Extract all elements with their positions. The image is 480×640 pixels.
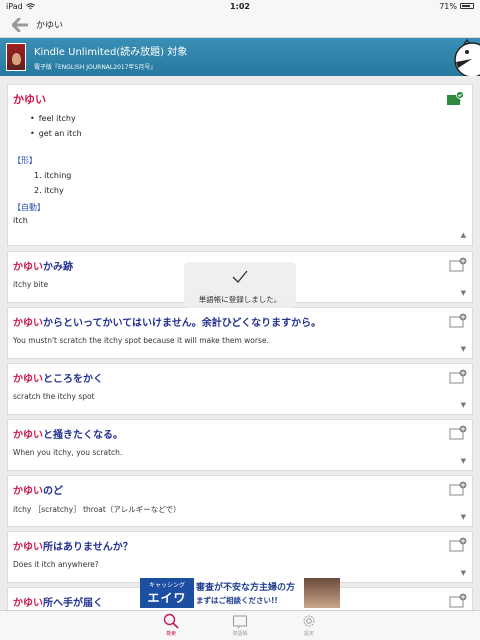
result-phrase: かゆいからといってかいてはいけません。余計ひどくなりますから。 <box>13 314 321 329</box>
battery-icon <box>460 3 474 9</box>
adjective-item: 1. itching <box>34 171 72 180</box>
tab-settings[interactable]: 設定 <box>284 613 334 637</box>
result-translation: itchy ［scratchy］ throat（アレルギーなどで） <box>13 505 181 514</box>
result-phrase-rest: ところをかく <box>43 374 103 385</box>
result-phrase: かゆい所はありませんか？ <box>13 538 133 553</box>
result-row[interactable]: かゆいからといってかいてはいけません。余計ひどくなりますから。 You must… <box>7 307 473 359</box>
result-keyword: かゆい <box>13 318 43 329</box>
collapse-arrow-icon[interactable]: ▲ <box>461 231 466 239</box>
banner-subtitle: 電子版『ENGLISH JOURNAL2017年5月号』 <box>34 64 157 71</box>
ad-logo-big: エイワ <box>147 591 187 605</box>
result-phrase-rest: 所へ手が届く <box>43 598 103 609</box>
ad-line-2: まずはご相談ください!! <box>196 596 278 605</box>
result-keyword: かゆい <box>13 374 43 385</box>
result-translation: When you itchy, you scratch. <box>13 448 123 457</box>
result-phrase: かゆいところをかく <box>13 370 103 385</box>
search-icon <box>163 613 179 629</box>
ad-logo: キャッシング エイワ <box>140 578 194 608</box>
wordbook-icon <box>233 615 247 629</box>
verb-label: 【自動】 <box>13 203 45 212</box>
result-keyword: かゆい <box>13 430 43 441</box>
search-query[interactable]: かゆい <box>36 18 63 31</box>
result-row[interactable]: かゆいのど itchy ［scratchy］ throat（アレルギーなどで） … <box>7 475 473 527</box>
result-phrase: かゆいかみ跡 <box>13 258 73 273</box>
result-row[interactable]: かゆいところをかく scratch the itchy spot ▼ <box>7 363 473 415</box>
expand-arrow-icon[interactable]: ▼ <box>461 569 466 577</box>
entry-card: かゆい feel itchy get an itch 【形】 1. itchin… <box>7 84 473 246</box>
banner-text: Kindle Unlimited(読み放題) 対象 電子版『ENGLISH JO… <box>34 43 187 71</box>
result-translation: scratch the itchy spot <box>13 392 95 401</box>
add-to-wordbook-icon[interactable] <box>449 425 467 441</box>
ad-photo <box>304 578 340 608</box>
back-arrow-icon[interactable] <box>10 15 30 35</box>
advertisement-banner[interactable]: キャッシング エイワ 審査が不安な方主婦の方 まずはご相談ください!! <box>140 578 340 608</box>
tab-label: 単語帳 <box>232 631 248 637</box>
result-phrase-rest: 所はありませんか？ <box>43 542 133 553</box>
search-bar: かゆい <box>0 12 480 38</box>
expand-arrow-icon[interactable]: ▼ <box>461 513 466 521</box>
tab-label: 設定 <box>303 631 314 637</box>
adjective-label: 【形】 <box>13 156 37 165</box>
status-bar: iPad 1:02 71% <box>0 0 480 12</box>
result-phrase-rest: と掻きたくなる。 <box>43 430 123 441</box>
result-keyword: かゆい <box>13 542 43 553</box>
expand-arrow-icon[interactable]: ▼ <box>461 289 466 297</box>
result-phrase-rest: のど <box>43 486 63 497</box>
promo-banner[interactable]: Kindle Unlimited(読み放題) 対象 電子版『ENGLISH JO… <box>0 38 480 76</box>
result-row[interactable]: かゆい所はありませんか？ Does it itch anywhere? ▼ <box>7 531 473 583</box>
status-time: 1:02 <box>230 1 250 11</box>
result-row[interactable]: かゆいと掻きたくなる。 When you itchy, you scratch.… <box>7 419 473 471</box>
verb-translation: itch <box>13 216 28 225</box>
result-phrase: かゆい所へ手が届く <box>13 594 103 609</box>
adjective-item: 2. itchy <box>34 186 64 195</box>
add-to-wordbook-icon[interactable] <box>449 257 467 273</box>
sense-item: feel itchy <box>30 111 82 126</box>
add-to-wordbook-icon[interactable] <box>449 537 467 553</box>
tab-search[interactable]: 検索 <box>146 613 196 637</box>
tab-bar: 検索 単語帳 設定 <box>0 610 480 640</box>
banner-title: Kindle Unlimited(読み放題) 対象 <box>34 47 188 58</box>
entry-headword: かゆい <box>13 93 46 106</box>
result-translation: Does it itch anywhere? <box>13 560 99 569</box>
expand-arrow-icon[interactable]: ▼ <box>461 401 466 409</box>
result-keyword: かゆい <box>13 262 43 273</box>
toast-message: 単語帳に登録しました。 <box>198 295 282 304</box>
result-keyword: かゆい <box>13 598 43 609</box>
wordbook-added-icon[interactable] <box>446 91 464 107</box>
ad-line-1: 審査が不安な方主婦の方 <box>196 583 296 593</box>
sense-item: get an itch <box>30 126 82 141</box>
result-translation: You mustn't scratch the itchy spot becau… <box>13 336 269 345</box>
result-phrase-rest: かみ跡 <box>43 262 73 273</box>
sense-list: feel itchy get an itch <box>30 111 82 141</box>
result-keyword: かゆい <box>13 486 43 497</box>
add-to-wordbook-icon[interactable] <box>449 369 467 385</box>
ad-copy: 審査が不安な方主婦の方 まずはご相談ください!! <box>194 578 304 608</box>
adjective-list: 1. itching 2. itchy <box>34 168 71 198</box>
gear-icon <box>303 615 315 627</box>
result-phrase-rest: からといってかいてはいけません。余計ひどくなりますから。 <box>43 318 322 329</box>
expand-arrow-icon[interactable]: ▼ <box>461 457 466 465</box>
result-phrase: かゆいのど <box>13 482 63 497</box>
tab-wordbook[interactable]: 単語帳 <box>215 613 265 637</box>
tab-label: 検索 <box>165 631 176 637</box>
mascot-icon <box>454 39 480 76</box>
magazine-cover-image <box>6 43 26 71</box>
add-to-wordbook-icon[interactable] <box>449 481 467 497</box>
expand-arrow-icon[interactable]: ▼ <box>461 345 466 353</box>
checkmark-icon <box>232 270 248 283</box>
ad-logo-small: キャッシング <box>148 582 185 589</box>
registered-toast: 単語帳に登録しました。 <box>184 262 296 308</box>
result-phrase: かゆいと掻きたくなる。 <box>13 426 123 441</box>
add-to-wordbook-icon[interactable] <box>449 313 467 329</box>
result-translation: itchy bite <box>13 280 49 289</box>
add-to-wordbook-icon[interactable] <box>449 593 467 609</box>
